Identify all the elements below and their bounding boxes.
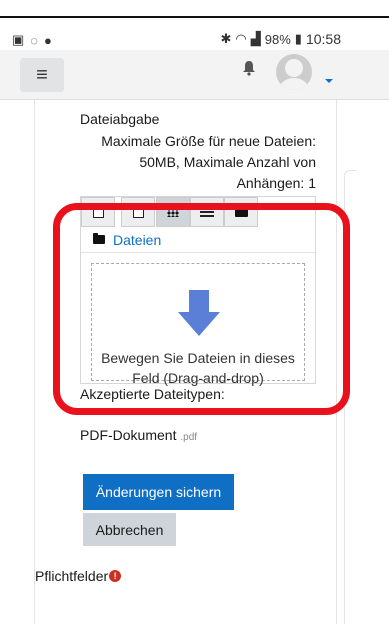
battery-level: 98%	[264, 31, 291, 47]
required-icon: !	[109, 570, 122, 582]
navbar: ≡	[0, 50, 389, 100]
info-line: Anhängen: 1	[236, 175, 316, 191]
required-label: Pflichtfelder	[35, 568, 109, 584]
chevron-down-icon[interactable]	[325, 79, 333, 83]
bell-icon[interactable]	[242, 60, 256, 76]
bluetooth-icon: ✱	[220, 31, 232, 46]
menu-button[interactable]: ≡	[20, 58, 64, 92]
wifi-icon: ◠	[235, 31, 247, 46]
wind-icon: ◌	[30, 32, 39, 48]
hamburger-icon: ≡	[36, 63, 48, 86]
cancel-button[interactable]: Abbrechen	[83, 513, 176, 546]
circle-icon: ●	[44, 32, 52, 48]
signal-icon: ▟	[250, 31, 261, 46]
field-label: Dateiabgabe	[80, 111, 160, 127]
info-line: Maximale Größe für neue Dateien:	[101, 133, 316, 149]
file-type-name: PDF-Dokument	[80, 427, 177, 443]
highlight-annotation	[53, 203, 350, 415]
top-border	[0, 0, 389, 18]
save-button[interactable]: Änderungen sichern	[83, 474, 234, 510]
accepted-type-item: PDF-Dokument .pdf	[80, 427, 197, 443]
avatar[interactable]	[276, 54, 312, 90]
battery-icon: ▮	[294, 31, 302, 46]
required-fields-note: Pflichtfelder !	[35, 568, 122, 584]
file-type-extension: .pdf	[180, 432, 198, 443]
clock: 10:58	[305, 31, 341, 47]
status-bar: ▣ ◌ ● ✱ ◠ ▟ 98% ▮ 10:58	[0, 30, 389, 50]
upload-limits-info: Maximale Größe für neue Dateien: 50MB, M…	[80, 131, 316, 194]
info-line: 50MB, Maximale Anzahl von	[139, 154, 316, 170]
image-icon: ▣	[12, 32, 25, 47]
